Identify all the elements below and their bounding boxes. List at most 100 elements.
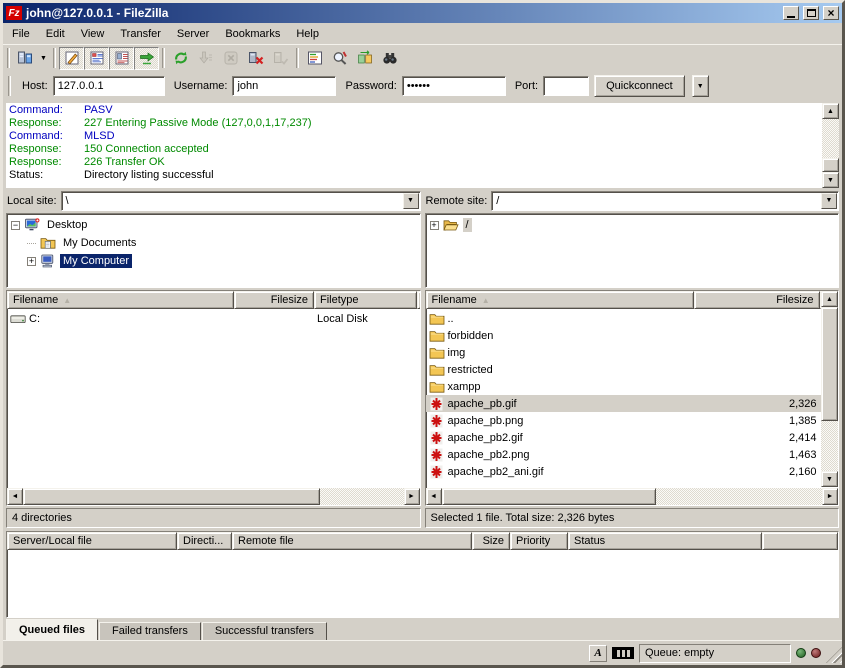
log-vscrollbar[interactable]: ▲ ▼ [822, 103, 839, 188]
column-header-priority[interactable]: Priority [510, 532, 568, 550]
column-header-filetype[interactable]: Filetype [314, 291, 417, 309]
file-name-cell: C: [7, 311, 234, 327]
column-header-filesize[interactable]: Filesize [234, 291, 314, 309]
scroll-track [320, 488, 404, 505]
file-row-apache-pb-gif[interactable]: apache_pb.gif2,326 [426, 395, 822, 412]
local-hscrollbar[interactable]: ◄ ► [7, 488, 420, 505]
password-input[interactable] [402, 76, 506, 96]
close-button[interactable]: × [823, 6, 839, 20]
quickconnect-button[interactable]: Quickconnect [594, 75, 685, 97]
close-icon: × [827, 8, 834, 18]
tree-item-my-computer[interactable]: + My Computer [8, 252, 419, 270]
port-input[interactable] [543, 76, 589, 96]
tab-queued-files[interactable]: Queued files [6, 619, 98, 640]
site-manager-dropdown[interactable]: ▼ [37, 47, 50, 70]
column-header-server-local-file[interactable]: Server/Local file [7, 532, 177, 550]
tree-item-desktop[interactable]: −Desktop [8, 216, 419, 234]
resize-grip[interactable] [826, 647, 842, 663]
filename-filters-button[interactable] [327, 47, 352, 70]
column-header-remote-file[interactable]: Remote file [232, 532, 472, 550]
local-file-list: C:Local Disk [7, 309, 420, 487]
scroll-up-icon[interactable]: ▲ [821, 291, 838, 307]
cancel-icon [223, 50, 239, 66]
chevron-down-icon[interactable]: ▼ [403, 193, 419, 209]
file-row-item[interactable]: .. [426, 310, 822, 327]
column-header-filename[interactable]: Filename▲ [7, 291, 234, 309]
tree-item-my-documents[interactable]: My Documents [8, 234, 419, 252]
column-header-status[interactable]: Status [568, 532, 762, 550]
expand-icon[interactable]: + [430, 221, 439, 230]
maximize-button[interactable] [803, 6, 819, 20]
directory-comparison-button[interactable] [352, 47, 377, 70]
remote-site-combo[interactable]: / ▼ [491, 191, 839, 211]
file-row-apache-pb2-png[interactable]: apache_pb2.png1,463 [426, 446, 822, 463]
toggle-remote-tree-button[interactable] [109, 47, 134, 70]
username-input[interactable] [232, 76, 336, 96]
directory-listing-button[interactable] [302, 47, 327, 70]
menu-transfer[interactable]: Transfer [112, 25, 169, 43]
expand-icon[interactable]: + [27, 257, 36, 266]
site-manager-button[interactable] [12, 47, 37, 70]
scroll-left-icon[interactable]: ◄ [7, 488, 23, 505]
file-row-img[interactable]: img [426, 344, 822, 361]
find-files-button[interactable] [377, 47, 402, 70]
toolbar-separator [162, 48, 165, 68]
column-header-filesize[interactable]: Filesize [694, 291, 820, 309]
menu-edit[interactable]: Edit [38, 25, 73, 43]
scroll-thumb[interactable] [442, 488, 657, 505]
disconnect-button[interactable] [243, 47, 268, 70]
toggle-message-log-button[interactable] [59, 47, 84, 70]
scroll-thumb[interactable] [23, 488, 320, 505]
tab-successful-transfers[interactable]: Successful transfers [202, 622, 327, 640]
quickconnect-dropdown[interactable]: ▼ [692, 75, 709, 97]
file-name-cell: apache_pb2.gif [426, 430, 694, 446]
scroll-right-icon[interactable]: ► [404, 488, 420, 505]
menu-bookmarks[interactable]: Bookmarks [217, 25, 288, 43]
remote-hscrollbar[interactable]: ◄ ► [426, 488, 839, 505]
data-type-indicator-icon[interactable]: A [589, 645, 607, 662]
column-header-size[interactable]: Size [472, 532, 510, 550]
file-name: forbidden [448, 330, 494, 342]
local-site-combo[interactable]: \ ▼ [61, 191, 421, 211]
file-row-apache-pb2-ani-gif[interactable]: apache_pb2_ani.gif2,160 [426, 463, 822, 480]
column-header-l[interactable]: L [417, 291, 421, 309]
chevron-down-icon[interactable]: ▼ [821, 193, 837, 209]
file-row-xampp[interactable]: xampp [426, 378, 822, 395]
tree-item-item[interactable]: +/ [427, 216, 838, 234]
menu-help[interactable]: Help [288, 25, 327, 43]
file-row-forbidden[interactable]: forbidden [426, 327, 822, 344]
column-header-directi[interactable]: Directi... [177, 532, 232, 550]
menu-server[interactable]: Server [169, 25, 217, 43]
log-line-text: PASV [84, 104, 113, 117]
file-row-c[interactable]: C:Local Disk [7, 310, 420, 327]
log-line-text: 226 Transfer OK [84, 156, 165, 169]
scroll-down-icon[interactable]: ▼ [821, 471, 838, 487]
menu-file[interactable]: File [4, 25, 38, 43]
file-row-apache-pb-png[interactable]: apache_pb.png1,385 [426, 412, 822, 429]
toggle-local-tree-button[interactable] [84, 47, 109, 70]
collapse-icon[interactable]: − [11, 221, 20, 230]
speed-limits-icon[interactable] [612, 647, 634, 659]
computer-icon [40, 253, 56, 269]
scroll-right-icon[interactable]: ► [822, 488, 838, 505]
column-header-filler [762, 532, 838, 550]
file-name: apache_pb2_ani.gif [448, 466, 544, 478]
tree-label: / [463, 218, 472, 232]
column-header-filename[interactable]: Filename▲ [426, 291, 694, 309]
scroll-thumb[interactable] [821, 307, 838, 421]
menu-view[interactable]: View [73, 25, 113, 43]
tree-label: My Computer [60, 254, 132, 268]
scroll-down-icon[interactable]: ▼ [822, 172, 839, 188]
tab-failed-transfers[interactable]: Failed transfers [99, 622, 201, 640]
refresh-button[interactable] [168, 47, 193, 70]
scroll-thumb[interactable] [822, 158, 839, 172]
scroll-left-icon[interactable]: ◄ [426, 488, 442, 505]
file-row-restricted[interactable]: restricted [426, 361, 822, 378]
minimize-button[interactable] [783, 6, 799, 20]
scroll-up-icon[interactable]: ▲ [822, 103, 839, 119]
file-row-apache-pb2-gif[interactable]: apache_pb2.gif2,414 [426, 429, 822, 446]
host-input[interactable] [53, 76, 165, 96]
toggle-transfer-queue-button[interactable] [134, 47, 159, 70]
remote-vscrollbar[interactable]: ▲ ▼ [821, 291, 838, 487]
log-line-text: Directory listing successful [84, 169, 214, 182]
